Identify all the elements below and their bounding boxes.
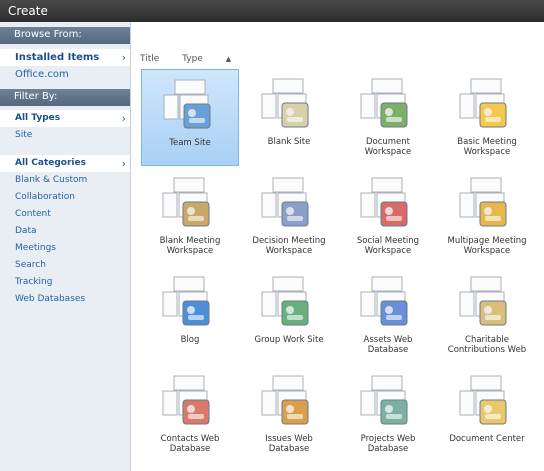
template-label: Charitable Contributions Web: [438, 335, 536, 355]
template-label-line1: Document: [365, 137, 411, 147]
template-tile[interactable]: Blank Meeting Workspace: [141, 168, 239, 265]
template-label-line1: Multipage Meeting: [447, 236, 527, 246]
template-tile[interactable]: Blank Site: [240, 69, 338, 166]
template-label-line2: Workspace: [265, 246, 313, 256]
sort-by-title[interactable]: Title: [140, 54, 159, 64]
filter-site[interactable]: Site: [0, 127, 130, 144]
template-label-line1: Decision Meeting: [252, 236, 326, 246]
template-label-line1: Social Meeting: [356, 236, 420, 246]
template-tile[interactable]: Blog: [141, 267, 239, 364]
template-gallery: Title Type ▲ Team Site Blank Site Docume…: [131, 22, 544, 471]
template-label-line1: Team Site: [169, 138, 211, 148]
template-tile[interactable]: Document Workspace: [339, 69, 437, 166]
template-label-line2: Database: [367, 345, 409, 355]
category-meetings[interactable]: Meetings: [0, 240, 130, 257]
category-data[interactable]: Data: [0, 223, 130, 240]
template-tile[interactable]: Social Meeting Workspace: [339, 168, 437, 265]
sort-bar: Title Type ▲: [140, 54, 271, 64]
template-label-line2: Workspace: [364, 246, 412, 256]
template-label-line1: Blank Meeting: [159, 236, 221, 246]
template-label-line2: Workspace: [463, 147, 511, 157]
template-label-line1: Blog: [180, 335, 200, 345]
filter-all-categories[interactable]: All Categories ›: [0, 155, 130, 172]
window-title: Create: [0, 0, 544, 22]
template-label-line1: Group Work Site: [254, 335, 324, 345]
category-search[interactable]: Search: [0, 257, 130, 274]
template-label-line1: Blank Site: [267, 137, 311, 147]
template-label: Group Work Site: [240, 335, 338, 345]
template-label: Basic Meeting Workspace: [438, 137, 536, 157]
template-label-line2: Workspace: [364, 147, 412, 157]
template-tile[interactable]: Assets Web Database: [339, 267, 437, 364]
template-label: Assets Web Database: [339, 335, 437, 355]
template-label-line1: Projects Web: [360, 434, 416, 444]
category-tracking[interactable]: Tracking: [0, 274, 130, 291]
template-tile[interactable]: Contacts Web Database: [141, 366, 239, 463]
template-tile[interactable]: Charitable Contributions Web: [438, 267, 536, 364]
template-label-line2: Contributions Web: [447, 345, 527, 355]
category-blank-custom[interactable]: Blank & Custom: [0, 172, 130, 189]
chevron-right-icon: ›: [121, 51, 126, 64]
template-label-line2: Database: [268, 444, 310, 454]
template-tile[interactable]: Document Center: [438, 366, 536, 463]
filter-all-types[interactable]: All Types ›: [0, 110, 130, 127]
template-tile[interactable]: Decision Meeting Workspace: [240, 168, 338, 265]
template-label-line1: Charitable: [465, 335, 509, 345]
template-tile[interactable]: Basic Meeting Workspace: [438, 69, 536, 166]
template-label: Social Meeting Workspace: [339, 236, 437, 256]
template-label: Document Workspace: [339, 137, 437, 157]
template-tile[interactable]: Team Site: [141, 69, 239, 166]
category-collaboration[interactable]: Collaboration: [0, 189, 130, 206]
template-label: Blog: [141, 335, 239, 345]
template-label-line1: Document Center: [449, 434, 525, 444]
browse-installed-items[interactable]: Installed Items ›: [0, 49, 130, 66]
template-label-line1: Basic Meeting: [457, 137, 517, 147]
sort-by-type[interactable]: Type ▲: [182, 54, 251, 64]
template-label: Document Center: [438, 434, 536, 444]
template-label: Decision Meeting Workspace: [240, 236, 338, 256]
filter-heading: Filter By:: [0, 89, 130, 106]
template-tile[interactable]: Issues Web Database: [240, 366, 338, 463]
template-label-line1: Issues Web: [265, 434, 313, 444]
template-label-line1: Contacts Web: [160, 434, 220, 444]
template-label: Team Site: [142, 138, 238, 148]
browse-heading: Browse From:: [0, 27, 130, 44]
template-label-line1: Assets Web: [363, 335, 413, 345]
category-content[interactable]: Content: [0, 206, 130, 223]
template-label: Issues Web Database: [240, 434, 338, 454]
template-label: Blank Site: [240, 137, 338, 147]
sidebar: Browse From: Installed Items › Office.com…: [0, 22, 131, 471]
chevron-right-icon: ›: [121, 157, 126, 170]
sort-ascending-icon: ▲: [225, 55, 232, 63]
template-label: Contacts Web Database: [141, 434, 239, 454]
template-tile[interactable]: Multipage Meeting Workspace: [438, 168, 536, 265]
category-web-databases[interactable]: Web Databases: [0, 291, 130, 308]
chevron-right-icon: ›: [121, 112, 126, 125]
template-label: Blank Meeting Workspace: [141, 236, 239, 256]
template-tile[interactable]: Group Work Site: [240, 267, 338, 364]
template-label: Multipage Meeting Workspace: [438, 236, 536, 256]
browse-office-com[interactable]: Office.com: [0, 66, 130, 83]
template-label-line2: Database: [367, 444, 409, 454]
template-tile[interactable]: Projects Web Database: [339, 366, 437, 463]
template-label-line2: Workspace: [463, 246, 511, 256]
template-label-line2: Database: [169, 444, 211, 454]
template-label: Projects Web Database: [339, 434, 437, 454]
template-label-line2: Workspace: [166, 246, 214, 256]
